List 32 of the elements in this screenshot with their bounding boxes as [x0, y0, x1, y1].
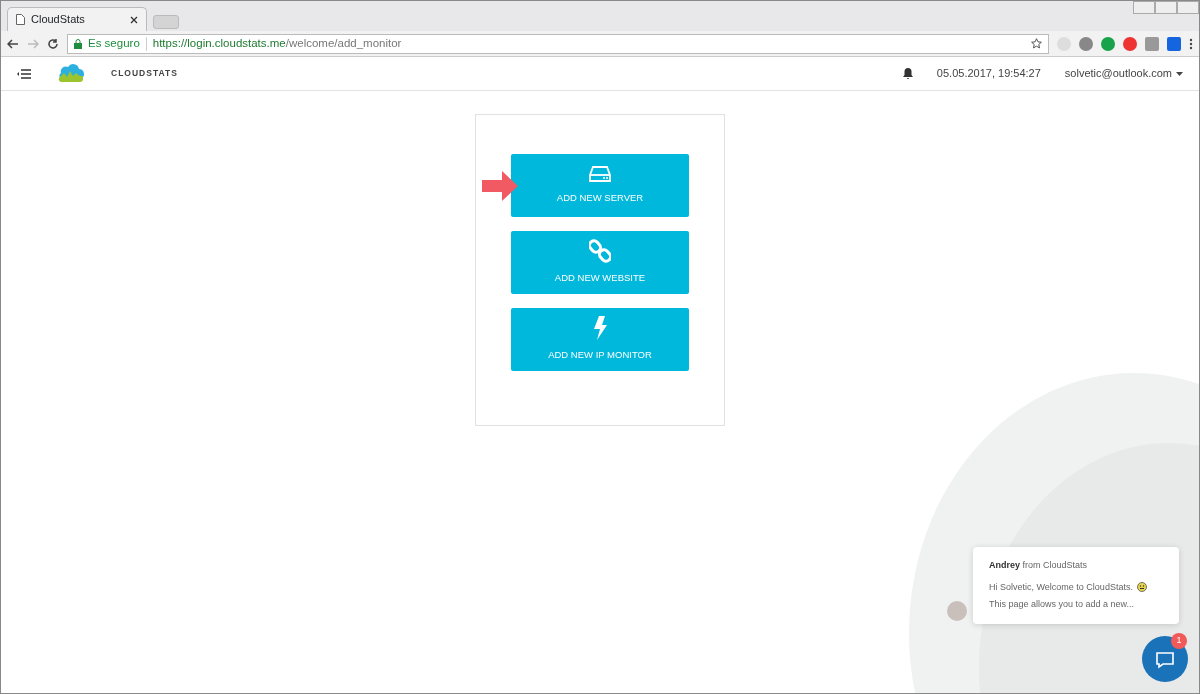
extension-icon[interactable]: [1167, 36, 1181, 51]
chat-text: This page allows you to add a new...: [989, 598, 1136, 611]
star-icon[interactable]: [1031, 38, 1042, 49]
menu-icon[interactable]: [1189, 37, 1193, 50]
extension-icon[interactable]: [1079, 36, 1093, 51]
maximize-button[interactable]: [1155, 1, 1177, 14]
close-window-button[interactable]: [1177, 1, 1199, 14]
date-time: 05.05.2017, 19:54:27: [936, 66, 1041, 82]
address-bar[interactable]: Es seguro https://login.cloudstats.me/welcome/add_monitor: [67, 33, 1049, 54]
chat-icon: [1155, 650, 1175, 669]
minimize-button[interactable]: [1133, 1, 1155, 14]
chat-text: Hi Solvetic, Welcome to CloudStats.: [989, 580, 1133, 594]
smiley-icon: [1136, 582, 1147, 593]
close-icon[interactable]: [130, 15, 138, 24]
reload-icon[interactable]: [47, 37, 59, 50]
page-icon: [16, 14, 25, 25]
caret-icon: [1176, 71, 1183, 76]
extension-icon[interactable]: [1101, 36, 1115, 51]
chat-message[interactable]: Andrey from CloudStats Hi Solvetic, Welcome to CloudStats. This page allows you to add a new...: [973, 547, 1179, 624]
brand-name: CLOUDSTATS: [111, 67, 178, 80]
chat-sender: Andrey from CloudStats: [989, 559, 1089, 572]
user-menu[interactable]: solvetic@outlook.com: [1064, 65, 1183, 82]
server-icon: [589, 165, 611, 183]
browser-tab[interactable]: CloudStats: [7, 7, 147, 31]
lightning-icon: [593, 316, 607, 341]
menu-icon[interactable]: [17, 68, 31, 79]
bell-icon[interactable]: [902, 68, 913, 79]
extension-icon[interactable]: [1145, 36, 1159, 51]
extension-icon[interactable]: [1123, 36, 1137, 51]
link-icon: [589, 239, 611, 264]
back-icon[interactable]: [7, 38, 19, 49]
lock-icon: [74, 38, 82, 49]
